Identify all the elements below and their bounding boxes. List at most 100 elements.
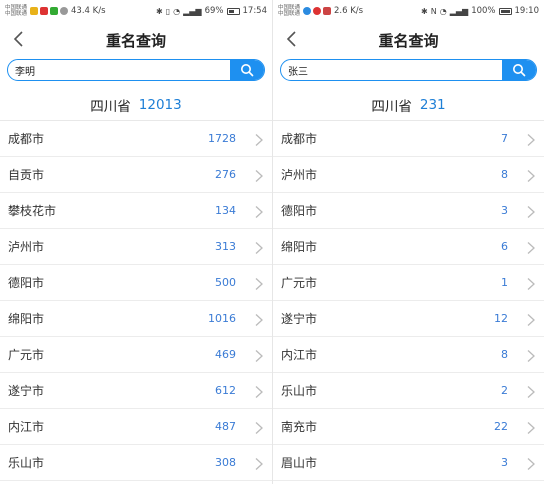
city-row[interactable]: 广元市 1 xyxy=(273,265,544,301)
city-row[interactable]: 南充市 22 xyxy=(273,409,544,445)
city-count: 7 xyxy=(501,132,508,145)
app-notification-icon xyxy=(323,7,332,15)
province-count: 231 xyxy=(419,96,446,113)
status-bar: 中国联通 中国联通 43.4 K/s ✱ ▯ ◔ ▂▄▆ 69% 17:54 xyxy=(0,0,272,22)
bluetooth-icon: ✱ xyxy=(156,6,163,16)
city-name: 南充市 xyxy=(281,420,318,434)
city-count: 6 xyxy=(501,240,508,253)
chevron-right-icon xyxy=(254,276,264,290)
search-button[interactable] xyxy=(230,60,264,80)
carrier-labels: 中国联通 中国联通 xyxy=(278,5,300,18)
signal-icon: ▂▄▆ xyxy=(449,6,469,16)
city-name: 泸州市 xyxy=(8,240,45,254)
province-summary: 四川省 231 xyxy=(273,89,544,121)
battery-fill xyxy=(228,9,235,13)
city-row[interactable]: 自贡市 276 xyxy=(0,157,272,193)
city-name: 广元市 xyxy=(8,348,45,362)
city-row[interactable]: 绵阳市 1016 xyxy=(0,301,272,337)
app-notification-icon xyxy=(50,7,59,15)
search-icon xyxy=(241,64,254,77)
city-name: 眉山市 xyxy=(281,456,318,470)
city-row[interactable]: 成都市 1728 xyxy=(0,121,272,157)
city-name: 泸州市 xyxy=(281,168,318,182)
back-button[interactable] xyxy=(8,28,30,50)
search-input[interactable] xyxy=(8,60,230,80)
battery-percent: 69% xyxy=(204,6,224,16)
clock: 19:10 xyxy=(514,6,540,16)
city-row[interactable]: 德阳市 3 xyxy=(273,193,544,229)
chevron-right-icon xyxy=(526,168,536,182)
city-name: 内江市 xyxy=(8,420,45,434)
signal-icon: ▂▄▆ xyxy=(183,6,202,16)
city-row[interactable]: 乐山市 2 xyxy=(273,373,544,409)
city-row[interactable]: 攀枝花市 134 xyxy=(0,193,272,229)
chevron-right-icon xyxy=(254,168,264,182)
nfc-icon: N xyxy=(430,6,437,16)
city-name: 德阳市 xyxy=(281,204,318,218)
chevron-right-icon xyxy=(254,240,264,254)
chevron-left-icon xyxy=(13,31,23,47)
city-name: 乐山市 xyxy=(281,384,318,398)
title-bar: 重名查询 xyxy=(273,22,544,58)
city-count: 22 xyxy=(494,420,508,433)
city-row[interactable]: 遂宁市 612 xyxy=(0,373,272,409)
city-row[interactable]: 内江市 8 xyxy=(273,337,544,373)
city-count: 3 xyxy=(501,456,508,469)
city-name: 乐山市 xyxy=(8,456,45,470)
city-row[interactable]: 乐山市 308 xyxy=(0,445,272,481)
city-count: 8 xyxy=(501,348,508,361)
city-count: 308 xyxy=(215,456,236,469)
chevron-right-icon xyxy=(254,348,264,362)
carrier-labels: 中国联通 中国联通 xyxy=(5,5,27,18)
city-name: 攀枝花市 xyxy=(8,204,57,218)
chevron-right-icon xyxy=(254,384,264,398)
vibrate-icon: ▯ xyxy=(165,6,171,16)
city-count: 469 xyxy=(215,348,236,361)
app-notification-icon xyxy=(30,7,39,15)
province-summary: 四川省 12013 xyxy=(0,89,272,121)
city-count: 12 xyxy=(494,312,508,325)
chevron-right-icon xyxy=(526,456,536,470)
city-list: 成都市 7 泸州市 8 德阳市 3 绵阳市 6 广元市 1 遂宁市 12 内江市 8 乐山市 2 南充市 22 眉山… xyxy=(273,121,544,481)
city-row[interactable]: 德阳市 500 xyxy=(0,265,272,301)
chevron-left-icon xyxy=(286,31,296,47)
search-bar xyxy=(7,59,265,81)
page-title: 重名查询 xyxy=(105,31,166,50)
city-row[interactable]: 泸州市 313 xyxy=(0,229,272,265)
city-row[interactable]: 内江市 487 xyxy=(0,409,272,445)
city-name: 成都市 xyxy=(281,132,318,146)
province-count: 12013 xyxy=(138,96,182,113)
city-name: 成都市 xyxy=(8,132,45,146)
province-name: 四川省 xyxy=(371,98,412,115)
battery-percent: 100% xyxy=(471,6,496,16)
city-name: 广元市 xyxy=(281,276,318,290)
battery-fill xyxy=(500,9,510,13)
city-row[interactable]: 成都市 7 xyxy=(273,121,544,157)
city-list: 成都市 1728 自贡市 276 攀枝花市 134 泸州市 313 德阳市 500 绵阳市 1016 广… xyxy=(0,121,272,481)
page-title: 重名查询 xyxy=(378,31,439,50)
city-row[interactable]: 眉山市 3 xyxy=(273,445,544,481)
back-button[interactable] xyxy=(281,28,303,50)
alarm-icon: ◔ xyxy=(173,6,181,16)
city-name: 德阳市 xyxy=(8,276,45,290)
app-notification-icon xyxy=(303,7,312,15)
search-button[interactable] xyxy=(502,60,536,80)
city-name: 绵阳市 xyxy=(8,312,45,326)
search-input[interactable] xyxy=(281,60,502,80)
battery-icon xyxy=(226,7,240,15)
search-bar xyxy=(280,59,537,81)
city-row[interactable]: 泸州市 8 xyxy=(273,157,544,193)
city-name: 绵阳市 xyxy=(281,240,318,254)
chevron-right-icon xyxy=(254,204,264,218)
city-name: 自贡市 xyxy=(8,168,45,182)
chevron-right-icon xyxy=(526,240,536,254)
notification-icons xyxy=(30,7,69,15)
city-name: 内江市 xyxy=(281,348,318,362)
city-count: 313 xyxy=(215,240,236,253)
city-row[interactable]: 广元市 469 xyxy=(0,337,272,373)
city-count: 500 xyxy=(215,276,236,289)
chevron-right-icon xyxy=(526,420,536,434)
city-row[interactable]: 绵阳市 6 xyxy=(273,229,544,265)
city-row[interactable]: 遂宁市 12 xyxy=(273,301,544,337)
title-bar: 重名查询 xyxy=(0,22,272,58)
